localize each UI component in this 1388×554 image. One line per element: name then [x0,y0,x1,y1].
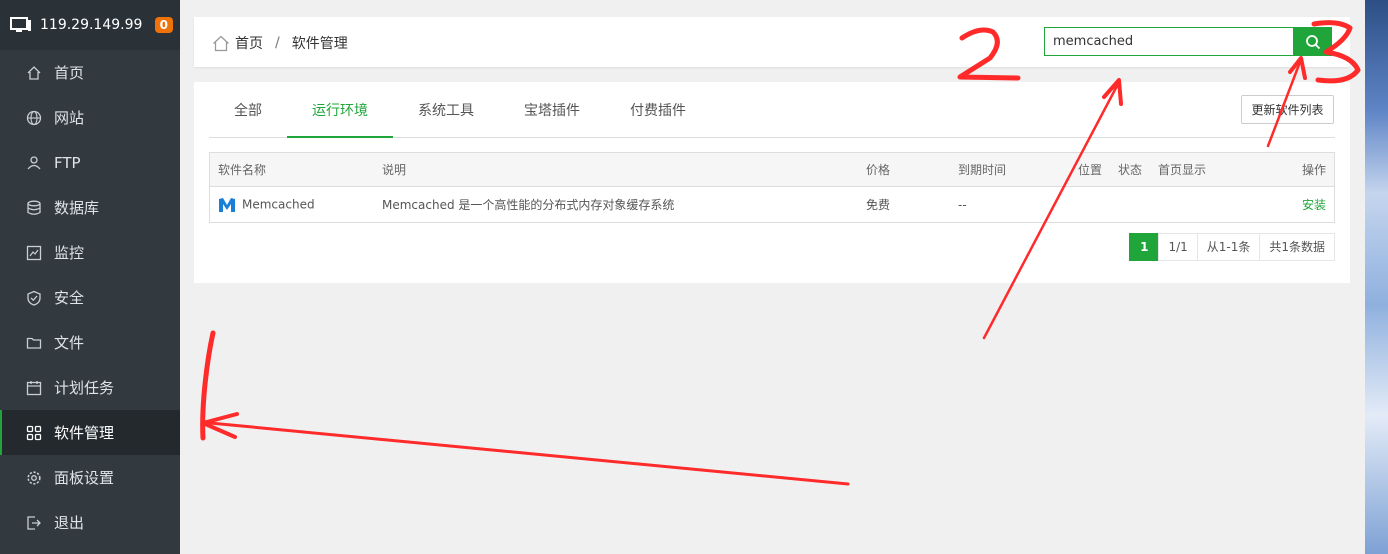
page-scroll-gutter [1350,0,1365,554]
table-row: Memcached Memcached 是一个高性能的分布式内存对象缓存系统 免… [210,187,1335,223]
software-expire: -- [958,197,967,212]
nav-item-settings[interactable]: 面板设置 [0,455,180,500]
col-status: 状态 [1110,152,1150,187]
software-name: Memcached [242,197,315,211]
search-input[interactable] [1044,27,1294,56]
page-total: 共1条数据 [1259,233,1335,261]
nav-item-logout[interactable]: 退出 [0,500,180,545]
desktop-background-strip [1365,0,1388,554]
nav-label: 安全 [54,289,85,307]
annotation-number-1 [200,330,216,441]
annotation-arrow-1 [208,421,850,486]
col-location: 位置 [1070,152,1110,187]
nav-item-files[interactable]: 文件 [0,320,180,365]
nav-label: 数据库 [54,199,100,217]
server-ip: 119.29.149.99 [40,17,143,33]
software-table: 软件名称 说明 价格 到期时间 位置 状态 首页显示 操作 Memcached … [209,152,1335,223]
breadcrumb-current: 软件管理 [291,36,348,52]
tab-all[interactable]: 全部 [209,82,287,137]
tab-system-tools[interactable]: 系统工具 [393,82,499,137]
col-homepage: 首页显示 [1150,152,1263,187]
home-icon [25,64,42,81]
breadcrumb-home[interactable]: 首页 [235,33,263,53]
calendar-icon [25,379,42,396]
annotation-arrowhead-1 [201,412,239,439]
nav-item-website[interactable]: 网站 [0,95,180,140]
shield-icon [25,289,42,306]
nav-label: 面板设置 [54,469,115,487]
globe-icon [25,109,42,126]
nav-item-security[interactable]: 安全 [0,275,180,320]
search-button[interactable] [1294,27,1332,56]
install-link[interactable]: 安装 [1302,198,1326,212]
nav-item-database[interactable]: 数据库 [0,185,180,230]
col-price: 价格 [858,152,950,187]
software-panel: 全部 运行环境 系统工具 宝塔插件 付费插件 更新软件列表 软件名称 说明 价格… [194,82,1350,283]
nav-label: 网站 [54,109,85,127]
col-name: 软件名称 [209,152,374,187]
software-desc: Memcached 是一个高性能的分布式内存对象缓存系统 [382,198,675,212]
sidebar: 119.29.149.99 0 首页 网站 FTP 数据库 监控 安全 文件 计… [0,0,180,554]
nav-item-cron[interactable]: 计划任务 [0,365,180,410]
col-expire: 到期时间 [950,152,1070,187]
software-status [1110,187,1150,223]
memcached-logo-icon [219,197,235,212]
ftp-icon [25,154,42,171]
pagination: 1 1/1 从1-1条 共1条数据 [1129,233,1335,261]
breadcrumb: 首页 / 软件管理 [212,33,348,53]
nav-label: 文件 [54,334,85,352]
col-desc: 说明 [374,152,858,187]
folder-icon [25,334,42,351]
software-homepage [1150,187,1263,223]
nav-label: 退出 [54,514,85,532]
nav-label: 首页 [54,64,85,82]
server-header: 119.29.149.99 0 [0,0,180,50]
software-location [1070,187,1110,223]
nav-item-software[interactable]: 软件管理 [0,410,180,455]
nav-item-ftp[interactable]: FTP [0,140,180,185]
software-name-cell: Memcached [210,187,375,223]
database-icon [25,199,42,216]
tab-runtime[interactable]: 运行环境 [287,82,393,138]
tab-paid-plugins[interactable]: 付费插件 [605,82,711,137]
tab-bt-plugins[interactable]: 宝塔插件 [499,82,605,137]
monitor-icon [10,17,31,32]
update-software-list-button[interactable]: 更新软件列表 [1241,95,1334,124]
nav-label: 监控 [54,244,85,262]
col-action: 操作 [1262,152,1335,187]
table-header-row: 软件名称 说明 价格 到期时间 位置 状态 首页显示 操作 [209,152,1335,187]
nav-item-monitor[interactable]: 监控 [0,230,180,275]
notification-badge[interactable]: 0 [154,17,173,33]
tab-bar: 全部 运行环境 系统工具 宝塔插件 付费插件 [209,82,1335,138]
page-current[interactable]: 1 [1129,233,1160,261]
gear-icon [25,469,42,486]
page-count: 1/1 [1158,233,1198,261]
search-icon [1306,34,1321,49]
grid-icon [25,424,42,441]
page-range: 从1-1条 [1196,233,1261,261]
home-icon[interactable] [212,35,230,52]
breadcrumb-separator: / [275,35,280,51]
breadcrumb-bar: 首页 / 软件管理 [194,17,1350,67]
monitor-chart-icon [25,244,42,261]
nav-label: FTP [54,153,81,172]
logout-icon [25,514,42,531]
nav-label: 软件管理 [54,424,115,442]
nav-item-home[interactable]: 首页 [0,50,180,95]
nav-label: 计划任务 [54,379,115,397]
software-price: 免费 [866,198,891,212]
